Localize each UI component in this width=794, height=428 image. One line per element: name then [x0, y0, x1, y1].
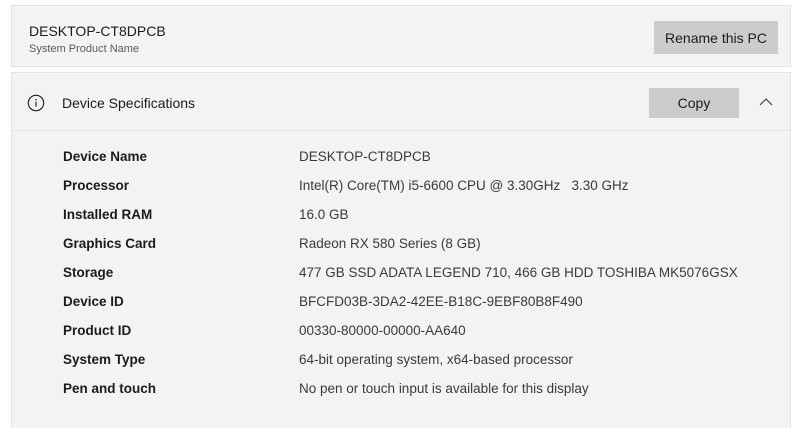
spec-row-pen-and-touch: Pen and touch No pen or touch input is a… [12, 381, 790, 410]
info-circle-icon [27, 94, 45, 112]
spec-label: Storage [63, 265, 114, 280]
spec-list: Device Name DESKTOP-CT8DPCB Processor In… [12, 149, 790, 410]
spec-value: Intel(R) Core(TM) i5-6600 CPU @ 3.30GHz … [299, 178, 629, 193]
rename-pc-button[interactable]: Rename this PC [654, 21, 778, 54]
spec-value: 00330-80000-00000-AA640 [299, 323, 466, 338]
about-page: DESKTOP-CT8DPCB System Product Name Rena… [0, 0, 794, 428]
spec-row-storage: Storage 477 GB SSD ADATA LEGEND 710, 466… [12, 265, 790, 294]
spec-value: 64-bit operating system, x64-based proce… [299, 352, 573, 367]
pc-name-card: DESKTOP-CT8DPCB System Product Name Rena… [11, 5, 791, 67]
device-specifications-header[interactable]: Device Specifications Copy [12, 73, 790, 131]
spec-row-processor: Processor Intel(R) Core(TM) i5-6600 CPU … [12, 178, 790, 207]
spec-label: Pen and touch [63, 381, 157, 396]
spec-row-device-name: Device Name DESKTOP-CT8DPCB [12, 149, 790, 178]
spec-row-installed-ram: Installed RAM 16.0 GB [12, 207, 790, 236]
copy-button[interactable]: Copy [649, 88, 739, 118]
spec-row-product-id: Product ID 00330-80000-00000-AA640 [12, 323, 790, 352]
spec-label: Installed RAM [63, 207, 153, 222]
spec-value: Radeon RX 580 Series (8 GB) [299, 236, 481, 251]
spec-label: Graphics Card [63, 236, 157, 251]
spec-row-device-id: Device ID BFCFD03B-3DA2-42EE-B18C-9EBF80… [12, 294, 790, 323]
device-specifications-title: Device Specifications [62, 95, 196, 111]
spec-label: System Type [63, 352, 146, 367]
spec-label: Device Name [63, 149, 148, 164]
pc-subtitle: System Product Name [29, 43, 140, 55]
spec-label: Processor [63, 178, 130, 193]
device-specifications-card: Device Specifications Copy Device Name D… [11, 72, 791, 428]
collapse-button[interactable] [754, 90, 778, 114]
pc-name: DESKTOP-CT8DPCB [29, 23, 166, 39]
chevron-up-icon [759, 98, 773, 106]
spec-row-graphics-card: Graphics Card Radeon RX 580 Series (8 GB… [12, 236, 790, 265]
spec-value: No pen or touch input is available for t… [299, 381, 589, 396]
spec-value: 16.0 GB [299, 207, 349, 222]
spec-value: 477 GB SSD ADATA LEGEND 710, 466 GB HDD … [299, 265, 738, 280]
spec-value: BFCFD03B-3DA2-42EE-B18C-9EBF80B8F490 [299, 294, 583, 309]
spec-value: DESKTOP-CT8DPCB [299, 149, 431, 164]
spec-label: Device ID [63, 294, 124, 309]
spec-row-system-type: System Type 64-bit operating system, x64… [12, 352, 790, 381]
spec-label: Product ID [63, 323, 132, 338]
